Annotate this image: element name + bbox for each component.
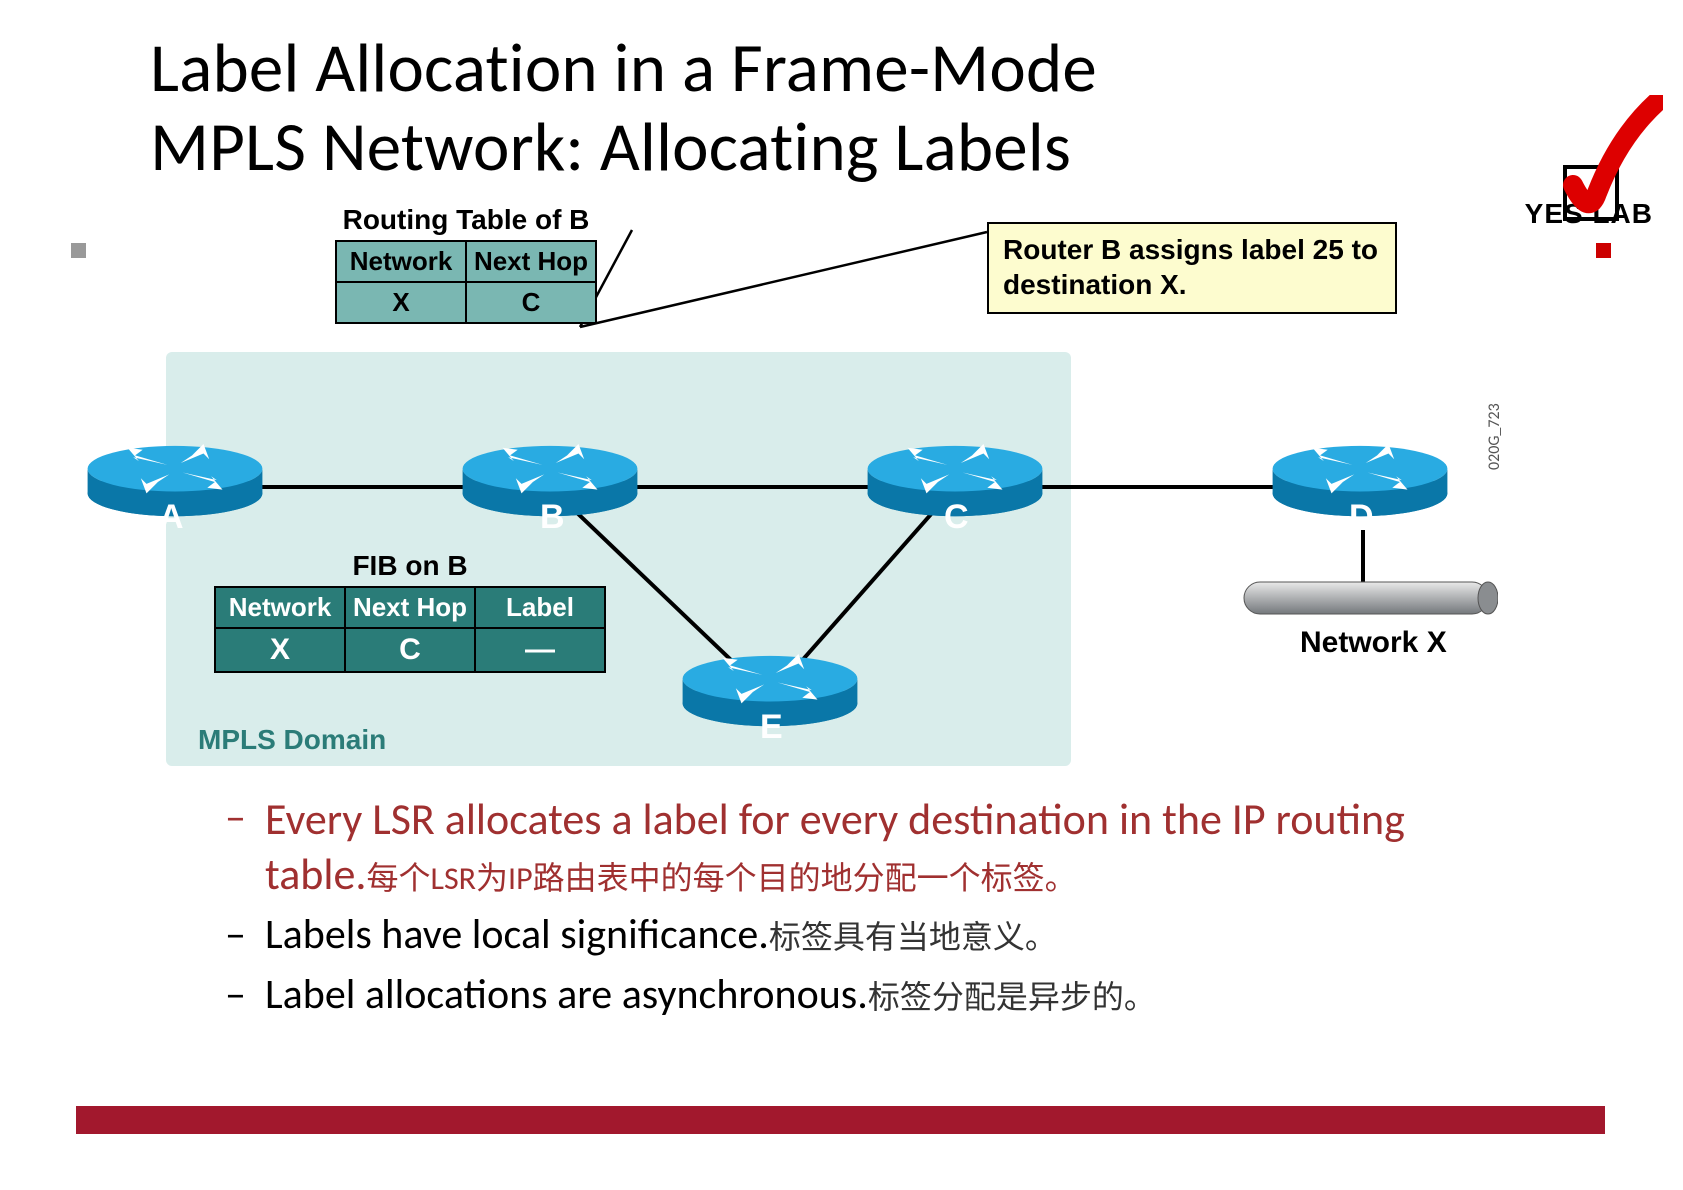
fib-cell-label: — xyxy=(475,628,605,672)
callout-text: Router B assigns label 25 to destination… xyxy=(1003,234,1378,300)
footer-red xyxy=(76,1106,1605,1134)
routing-cell-nexthop: C xyxy=(466,282,596,323)
callout-box: Router B assigns label 25 to destination… xyxy=(987,222,1397,314)
network-x-label: Network X xyxy=(1300,626,1447,660)
footer-bar xyxy=(76,1106,1605,1134)
routing-table-title: Routing Table of B xyxy=(335,204,597,236)
slide-root: Label Allocation in a Frame-Mode MPLS Ne… xyxy=(0,0,1683,1190)
bullet-3-zh: 标签分配是异步的。 xyxy=(868,978,1156,1017)
routing-cell-network: X xyxy=(336,282,466,323)
bullet-1-zh: 每个LSR为IP路由表中的每个目的地分配一个标签。 xyxy=(367,859,1077,898)
network-x-cylinder xyxy=(1234,580,1498,616)
fib-table-title: FIB on B xyxy=(214,550,606,582)
router-e-label: E xyxy=(760,708,783,747)
router-c-label: C xyxy=(944,498,969,537)
routing-table-b: Routing Table of B Network Next Hop X C xyxy=(335,204,597,324)
bullet-dash: – xyxy=(225,792,265,901)
fib-cell-network: X xyxy=(215,628,345,672)
routing-th-nexthop: Next Hop xyxy=(466,241,596,282)
yeslab-logo xyxy=(1503,95,1663,235)
routing-row: X C xyxy=(336,282,596,323)
title-line-2: MPLS Network: Allocating Labels xyxy=(150,107,1097,186)
routing-th-network: Network xyxy=(336,241,466,282)
router-d-label: D xyxy=(1349,498,1374,537)
bullet-list: – Every LSR allocates a label for every … xyxy=(225,792,1475,1029)
deco-square-right xyxy=(1596,243,1611,258)
deco-square-left xyxy=(71,243,86,258)
bullet-3-en: Label allocations are asynchronous. xyxy=(265,969,868,1020)
fib-th-label: Label xyxy=(475,587,605,628)
bullet-2-en: Labels have local significance. xyxy=(265,909,769,960)
bullet-2-zh: 标签具有当地意义。 xyxy=(769,918,1057,957)
fib-table-b: FIB on B Network Next Hop Label X C — xyxy=(214,550,606,673)
router-a-label: A xyxy=(159,498,184,537)
router-b-label: B xyxy=(540,498,565,537)
fib-cell-nexthop: C xyxy=(345,628,475,672)
fib-th-network: Network xyxy=(215,587,345,628)
fib-th-nexthop: Next Hop xyxy=(345,587,475,628)
slide-title: Label Allocation in a Frame-Mode MPLS Ne… xyxy=(150,28,1097,187)
title-line-1: Label Allocation in a Frame-Mode xyxy=(150,28,1097,107)
mpls-domain-label: MPLS Domain xyxy=(198,724,386,756)
bullet-2: – Labels have local significance.标签具有当地意… xyxy=(225,909,1475,961)
bullet-dash: – xyxy=(225,909,265,961)
bullet-dash: – xyxy=(225,969,265,1021)
code-tag: 020G_723 xyxy=(1485,403,1504,470)
fib-row: X C — xyxy=(215,628,605,672)
bullet-3: – Label allocations are asynchronous.标签分… xyxy=(225,969,1475,1021)
bullet-1: – Every LSR allocates a label for every … xyxy=(225,792,1475,901)
